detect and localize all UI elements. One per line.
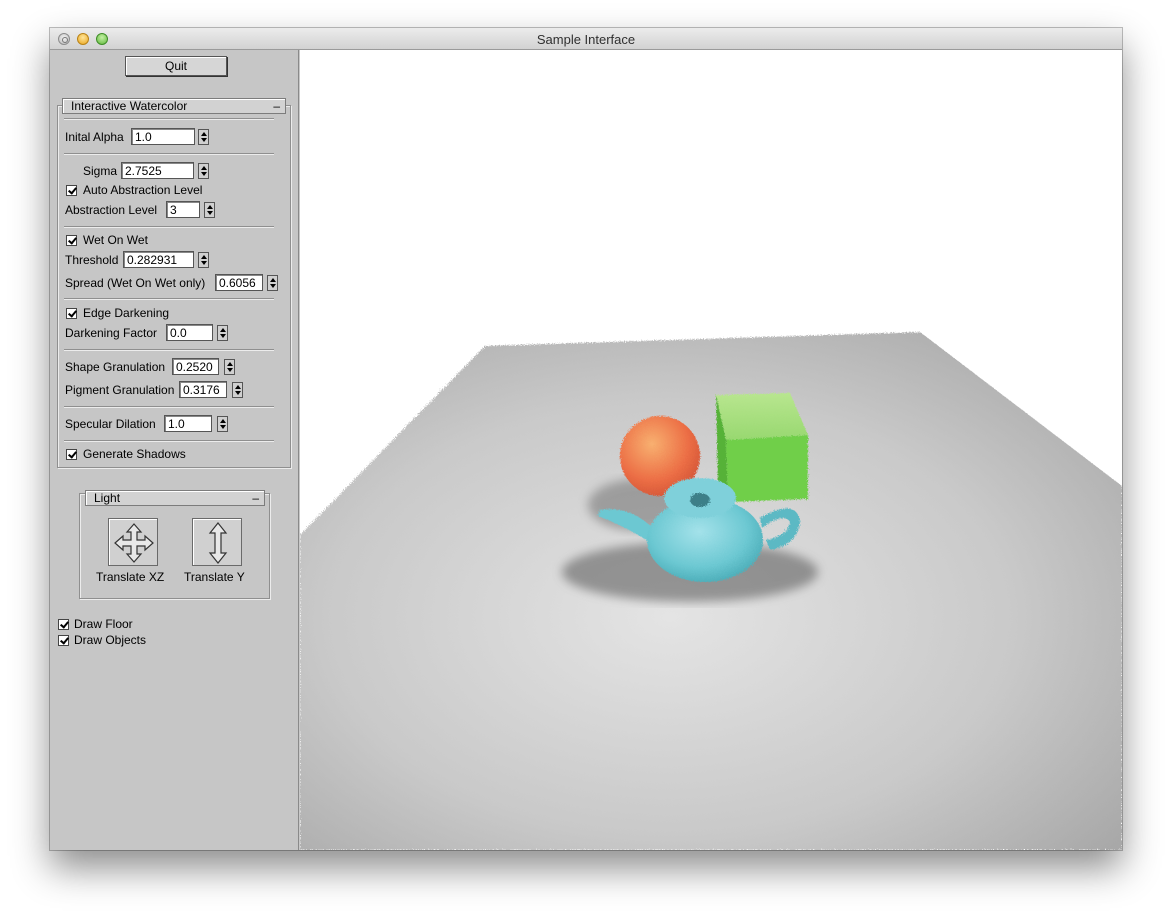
generate-shadows-label: Generate Shadows — [83, 447, 186, 461]
draw-objects-checkbox[interactable] — [58, 635, 69, 646]
generate-shadows-checkbox[interactable] — [66, 449, 77, 460]
light-rollout-header[interactable]: Light – — [85, 490, 265, 506]
wet-on-wet-label: Wet On Wet — [83, 233, 148, 247]
edge-darkening-label: Edge Darkening — [83, 306, 170, 320]
divider — [64, 298, 274, 300]
move-xz-icon — [114, 523, 154, 563]
light-header-label: Light — [94, 491, 121, 505]
abstraction-level-spinner[interactable] — [204, 202, 215, 218]
shape-granulation-spinner[interactable] — [224, 359, 235, 375]
pigment-granulation-spinner[interactable] — [232, 382, 243, 398]
darkening-factor-field[interactable] — [166, 324, 213, 341]
sigma-field[interactable] — [121, 162, 194, 179]
wet-on-wet-checkbox[interactable] — [66, 235, 77, 246]
window-title: Sample Interface — [536, 32, 636, 47]
watercolor-rollout-header[interactable]: Interactive Watercolor – — [62, 98, 286, 114]
specular-dilation-field[interactable] — [164, 415, 212, 432]
spread-field[interactable] — [215, 274, 263, 291]
divider — [64, 118, 274, 120]
divider — [64, 406, 274, 408]
translate-xz-label: Translate XZ — [96, 570, 165, 584]
sigma-spinner[interactable] — [198, 163, 209, 179]
move-y-icon — [208, 522, 228, 564]
divider — [64, 226, 274, 228]
auto-abstraction-label: Auto Abstraction Level — [83, 183, 203, 197]
draw-floor-checkbox[interactable] — [58, 619, 69, 630]
initial-alpha-field[interactable] — [131, 128, 195, 145]
edge-darkening-checkbox[interactable] — [66, 308, 77, 319]
specular-dilation-label: Specular Dilation — [65, 417, 156, 431]
app-window: Sample Interface Quit Interactive Waterc… — [50, 28, 1122, 850]
translate-y-button[interactable] — [192, 518, 242, 566]
shape-granulation-label: Shape Granulation — [65, 360, 166, 374]
collapse-icon[interactable]: – — [273, 99, 280, 113]
render-viewport[interactable] — [300, 50, 1122, 850]
divider — [64, 349, 274, 351]
threshold-field[interactable] — [123, 251, 194, 268]
cube — [716, 393, 808, 502]
translate-y-label: Translate Y — [184, 570, 245, 584]
translate-xz-button[interactable] — [108, 518, 158, 566]
initial-alpha-label: Inital Alpha — [65, 130, 124, 144]
threshold-spinner[interactable] — [198, 252, 209, 268]
auto-abstraction-checkbox[interactable] — [66, 185, 77, 196]
pigment-granulation-field[interactable] — [179, 381, 227, 398]
specular-dilation-spinner[interactable] — [217, 416, 228, 432]
title-bar[interactable]: Sample Interface — [50, 28, 1122, 50]
quit-button[interactable]: Quit — [125, 56, 227, 76]
watercolor-header-label: Interactive Watercolor — [71, 99, 188, 113]
draw-objects-label: Draw Objects — [74, 633, 147, 647]
abstraction-level-field[interactable] — [166, 201, 200, 218]
collapse-icon[interactable]: – — [252, 491, 259, 505]
pigment-granulation-label: Pigment Granulation — [65, 383, 175, 397]
sigma-label: Sigma — [83, 164, 118, 178]
shape-granulation-field[interactable] — [172, 358, 219, 375]
threshold-label: Threshold — [65, 253, 119, 267]
control-panel: Quit Interactive Watercolor – Inital Alp… — [50, 50, 299, 850]
divider — [64, 440, 274, 442]
initial-alpha-spinner[interactable] — [198, 129, 209, 145]
spread-label: Spread (Wet On Wet only) — [65, 276, 206, 290]
darkening-factor-spinner[interactable] — [217, 325, 228, 341]
spread-spinner[interactable] — [267, 275, 278, 291]
draw-floor-label: Draw Floor — [74, 617, 133, 631]
darkening-factor-label: Darkening Factor — [65, 326, 158, 340]
abstraction-level-label: Abstraction Level — [65, 203, 158, 217]
divider — [64, 153, 274, 155]
watercolor-scene — [300, 50, 1122, 850]
